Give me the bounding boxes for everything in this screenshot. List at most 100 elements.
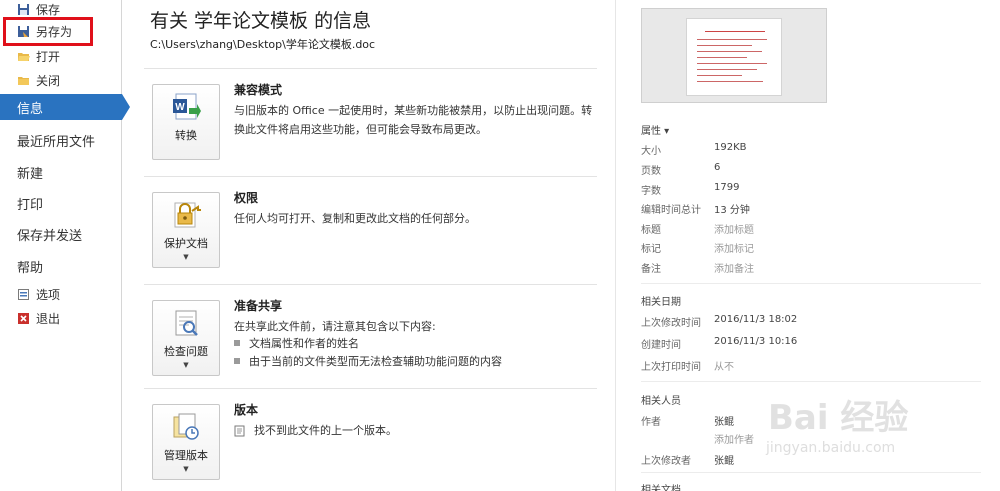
watermark-url: jingyan.baidu.com [766, 440, 896, 456]
add-comments-field[interactable]: 添加备注 [714, 260, 754, 275]
sidebar-help-label: 帮助 [17, 260, 44, 276]
divider [641, 472, 981, 473]
permissions-description: 任何人均可打开、复制和更改此文档的任何部分。 [234, 212, 476, 225]
save-icon [18, 3, 29, 15]
page-title: 有关 学年论文模板 的信息 [150, 10, 372, 32]
add-title-field[interactable]: 添加标题 [714, 221, 754, 236]
protect-document-label: 保护文档 [164, 237, 208, 250]
prepare-description: 在共享此文件前，请注意其包含以下内容: [234, 320, 436, 333]
sidebar-close[interactable]: 关闭 [0, 72, 122, 89]
prepare-bullet-text: 文档属性和作者的姓名 [249, 337, 359, 350]
properties-dropdown[interactable]: 属性 ▾ [641, 122, 669, 137]
sidebar-exit[interactable]: 退出 [0, 310, 122, 327]
sidebar-new[interactable]: 新建 [0, 161, 122, 183]
sidebar-options-label: 选项 [36, 288, 61, 302]
versions-heading: 版本 [234, 403, 259, 417]
info-main-panel: 有关 学年论文模板 的信息 C:\Users\zhang\Desktop\学年论… [122, 0, 615, 491]
compat-description: 与旧版本的 Office 一起使用时，某些新功能被禁用，以防止出现问题。转换此文… [234, 104, 593, 136]
versions-icon [173, 413, 199, 440]
author-value[interactable]: 张鲲 [714, 413, 734, 428]
bullet-square-icon [234, 358, 240, 364]
size-label: 大小 [641, 146, 661, 157]
permissions-heading: 权限 [234, 191, 259, 205]
sidebar-save-label: 保存 [36, 2, 61, 17]
manage-versions-button[interactable]: 管理版本 ▼ [152, 404, 220, 480]
sidebar-print-label: 打印 [17, 197, 44, 213]
convert-button[interactable]: W 转换 [152, 84, 220, 160]
watermark-logo: Bai 经验 jingyan.baidu.com [758, 388, 958, 468]
protect-dropdown-icon: ▼ [183, 253, 189, 261]
related-people-heading: 相关人员 [641, 396, 681, 407]
sidebar-open[interactable]: 打开 [0, 48, 122, 65]
add-author-link[interactable]: 添加作者 [714, 431, 754, 446]
created-label: 创建时间 [641, 340, 681, 351]
edit-time-value: 13 分钟 [714, 205, 750, 216]
sidebar-print[interactable]: 打印 [0, 192, 122, 214]
prepare-heading: 准备共享 [234, 299, 283, 313]
tags-label: 标记 [641, 244, 661, 255]
compat-section: W 转换 兼容模式 与旧版本的 Office 一起使用时，某些新功能被禁用，以防… [144, 68, 597, 172]
permissions-section: 保护文档 ▼ 权限 任何人均可打开、复制和更改此文档的任何部分。 [144, 176, 597, 280]
compat-heading: 兼容模式 [234, 83, 283, 97]
modified-label: 上次修改时间 [641, 318, 701, 329]
words-value: 1799 [714, 182, 740, 193]
backstage-sidebar: 保存 另存为 打开 关闭 信息 最近所用文件 新建 打印 保存并发送 帮助 选项… [0, 0, 130, 491]
edit-time-label: 编辑时间总计 [641, 205, 701, 216]
printed-value: 从不 [714, 362, 734, 373]
created-value: 2016/11/3 10:16 [714, 336, 798, 347]
title-label: 标题 [641, 225, 661, 236]
manage-versions-label: 管理版本 [164, 449, 208, 462]
divider [641, 381, 981, 382]
pages-label: 页数 [641, 166, 661, 177]
comments-label: 备注 [641, 264, 661, 275]
sidebar-new-label: 新建 [17, 166, 44, 182]
lock-key-icon [174, 202, 201, 228]
sidebar-info-label: 信息 [17, 101, 44, 117]
versions-description-row: 找不到此文件的上一个版本。 [234, 421, 599, 440]
words-label: 字数 [641, 186, 661, 197]
sidebar-recent[interactable]: 最近所用文件 [0, 129, 122, 151]
file-path: C:\Users\zhang\Desktop\学年论文模板.doc [150, 38, 376, 51]
last-modified-by-label: 上次修改者 [641, 456, 691, 467]
divider [641, 283, 981, 284]
highlight-box [3, 17, 93, 46]
document-preview-thumbnail[interactable] [641, 8, 827, 103]
prepare-bullet: 文档属性和作者的姓名 [234, 335, 359, 351]
check-issues-button[interactable]: 检查问题 ▼ [152, 300, 220, 376]
sidebar-options[interactable]: 选项 [0, 286, 122, 303]
sidebar-exit-label: 退出 [36, 312, 61, 326]
sidebar-open-label: 打开 [36, 50, 61, 64]
exit-icon [18, 313, 29, 324]
size-value: 192KB [714, 142, 747, 153]
svg-text:W: W [175, 102, 185, 113]
sidebar-info[interactable]: 信息 [0, 94, 130, 120]
add-tags-field[interactable]: 添加标记 [714, 240, 754, 255]
versions-description: 找不到此文件的上一个版本。 [254, 424, 397, 437]
check-issues-label: 检查问题 [164, 345, 208, 358]
prepare-bullet-text: 由于当前的文件类型而无法检查辅助功能问题的内容 [249, 355, 502, 368]
document-icon [234, 425, 245, 436]
sidebar-save-send-label: 保存并发送 [17, 228, 83, 244]
printed-label: 上次打印时间 [641, 362, 701, 373]
protect-document-button[interactable]: 保护文档 ▼ [152, 192, 220, 268]
word-convert-icon: W [173, 93, 201, 120]
folder-open-icon [18, 53, 30, 61]
related-documents-heading: 相关文档 [641, 485, 681, 491]
sidebar-help[interactable]: 帮助 [0, 255, 122, 277]
prepare-bullet: 由于当前的文件类型而无法检查辅助功能问题的内容 [234, 353, 502, 369]
sidebar-recent-label: 最近所用文件 [17, 134, 96, 150]
sidebar-save[interactable]: 保存 [0, 1, 122, 17]
inspect-document-icon [175, 310, 198, 336]
versions-section: 管理版本 ▼ 版本 找不到此文件的上一个版本。 [144, 388, 597, 491]
bullet-square-icon [234, 340, 240, 346]
sidebar-save-send[interactable]: 保存并发送 [0, 223, 122, 245]
sidebar-close-label: 关闭 [36, 74, 61, 88]
last-modified-by-value[interactable]: 张鲲 [714, 452, 734, 467]
convert-button-label: 转换 [175, 129, 197, 142]
watermark-brand: Bai 经验 [768, 398, 909, 438]
check-issues-dropdown-icon: ▼ [183, 361, 189, 369]
manage-versions-dropdown-icon: ▼ [183, 465, 189, 473]
options-icon [18, 289, 29, 300]
modified-value: 2016/11/3 18:02 [714, 314, 798, 325]
author-label: 作者 [641, 417, 661, 428]
